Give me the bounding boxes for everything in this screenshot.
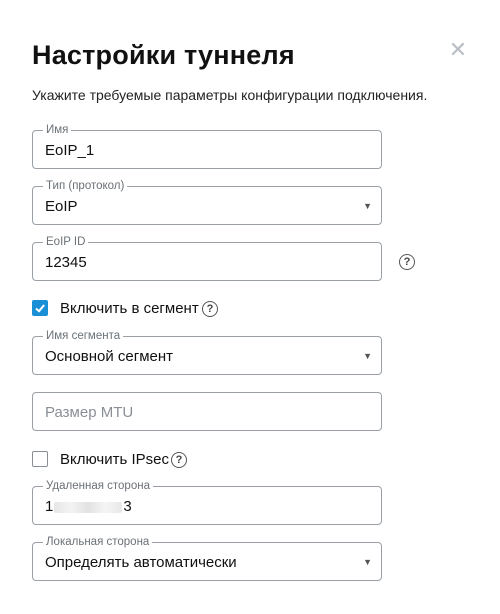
- remote-side-value: 13: [45, 498, 132, 515]
- remote-side-field[interactable]: Удаленная сторона 13: [32, 479, 382, 525]
- segment-help-icon[interactable]: ?: [202, 301, 218, 317]
- name-field-value: EoIP_1: [45, 142, 95, 159]
- segment-name-label: Имя сегмента: [43, 329, 124, 343]
- eoip-id-field[interactable]: EoIP ID 12345: [32, 235, 382, 281]
- segment-checkbox[interactable]: [32, 300, 48, 316]
- local-side-select[interactable]: Локальная сторона Определять автоматичес…: [32, 535, 382, 581]
- remote-side-value-end: 3: [123, 498, 132, 515]
- eoip-id-help-icon[interactable]: ?: [399, 254, 415, 270]
- dropdown-arrow-icon[interactable]: ▼: [363, 351, 372, 361]
- segment-name-value: Основной сегмент: [45, 348, 174, 365]
- tunnel-settings-dialog: Настройки туннеля ✕ Укажите требуемые па…: [0, 0, 500, 614]
- protocol-type-value: EoIP: [45, 198, 78, 215]
- redacted-block: [54, 501, 123, 513]
- dropdown-arrow-icon[interactable]: ▼: [363, 557, 372, 567]
- name-field-label: Имя: [43, 123, 72, 137]
- dropdown-arrow-icon[interactable]: ▼: [363, 201, 372, 211]
- eoip-id-label: EoIP ID: [43, 235, 89, 249]
- ipsec-checkbox[interactable]: [32, 451, 48, 467]
- ipsec-checkbox-label[interactable]: Включить IPsec: [60, 451, 169, 468]
- remote-side-value-start: 1: [45, 498, 54, 515]
- dialog-subtitle: Укажите требуемые параметры конфигурации…: [32, 87, 428, 103]
- name-field[interactable]: Имя EoIP_1: [32, 123, 382, 169]
- remote-side-label: Удаленная сторона: [43, 479, 153, 493]
- segment-name-select[interactable]: Имя сегмента Основной сегмент ▼: [32, 329, 382, 375]
- protocol-type-select[interactable]: Тип (протокол) EoIP ▼: [32, 179, 382, 225]
- dialog-title: Настройки туннеля: [32, 40, 295, 70]
- close-icon[interactable]: ✕: [448, 39, 468, 61]
- eoip-id-value: 12345: [45, 254, 87, 271]
- mtu-field[interactable]: Размер MTU: [32, 392, 382, 431]
- mtu-placeholder: Размер MTU: [45, 404, 134, 421]
- segment-checkbox-label[interactable]: Включить в сегмент: [60, 300, 199, 317]
- local-side-value: Определять автоматически: [45, 554, 237, 571]
- checkmark-icon: [35, 304, 45, 313]
- protocol-type-label: Тип (протокол): [43, 179, 128, 193]
- ipsec-help-icon[interactable]: ?: [171, 452, 187, 468]
- local-side-label: Локальная сторона: [43, 535, 153, 549]
